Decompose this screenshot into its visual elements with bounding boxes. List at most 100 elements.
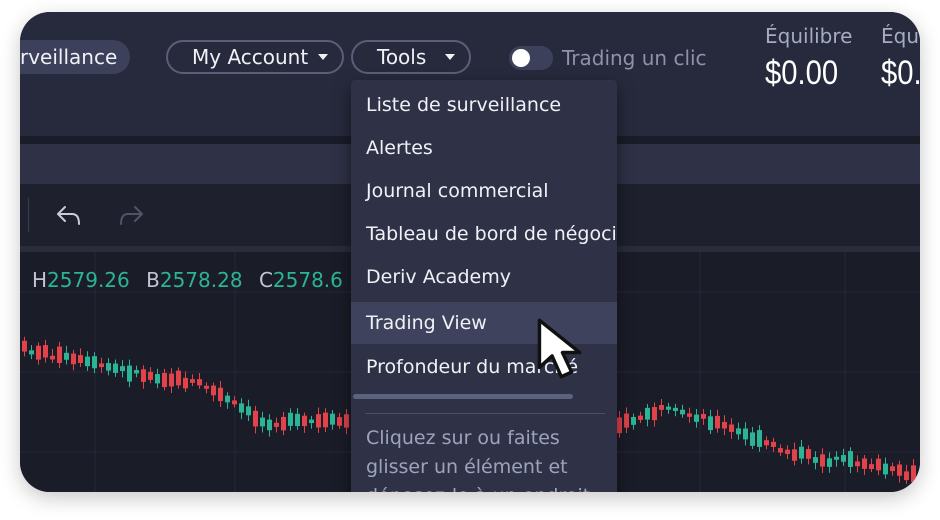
- candle: [29, 350, 34, 355]
- toggle-knob: [512, 49, 530, 67]
- candle: [617, 417, 622, 434]
- menu-item-alerts[interactable]: Alertes: [351, 127, 617, 169]
- candle: [715, 415, 720, 429]
- menu-item-deriv-academy[interactable]: Deriv Academy: [351, 256, 617, 298]
- menu-item-trading-dashboard[interactable]: Tableau de bord de négocia: [351, 213, 617, 255]
- candle: [680, 409, 685, 415]
- watchlist-label: rveillance: [20, 45, 118, 69]
- my-account-label: My Account: [192, 45, 309, 69]
- candle: [778, 448, 783, 453]
- candle: [190, 379, 195, 383]
- candle: [253, 410, 258, 427]
- candle: [750, 432, 755, 446]
- candle: [155, 374, 160, 384]
- ohlc-high-value: 2579.26: [47, 268, 130, 292]
- candle: [820, 454, 825, 467]
- candle: [288, 412, 293, 426]
- candle: [883, 463, 888, 475]
- app-window: rveillance My Account Tools Trading un c…: [20, 12, 920, 492]
- candle: [246, 406, 251, 416]
- candle: [78, 355, 83, 363]
- candle: [43, 345, 48, 358]
- candle: [785, 449, 790, 454]
- candle: [708, 416, 713, 431]
- candle: [197, 379, 202, 386]
- candle: [666, 406, 671, 410]
- chevron-down-icon: [445, 54, 455, 60]
- candle: [127, 365, 132, 382]
- candle: [323, 412, 328, 428]
- candle: [771, 441, 776, 447]
- candle: [673, 407, 678, 412]
- ohlc-close-value: 2578.6: [272, 268, 343, 292]
- candle: [337, 417, 342, 426]
- candle: [225, 395, 230, 403]
- candle: [295, 413, 300, 427]
- one-click-trading-label: Trading un clic: [562, 46, 707, 70]
- ohlc-high-key: H: [32, 268, 48, 292]
- ohlc-readout: H2579.26 B2578.28 C2578.6: [32, 268, 343, 292]
- menu-scrollbar[interactable]: [353, 394, 573, 399]
- candle: [701, 413, 706, 419]
- candle: [211, 385, 216, 396]
- candle: [232, 400, 237, 405]
- candle: [281, 416, 286, 431]
- candle: [855, 461, 860, 467]
- candle: [694, 414, 699, 422]
- tools-menu: Liste de surveillance Alertes Journal co…: [351, 80, 617, 492]
- candle: [806, 449, 811, 459]
- candle: [183, 377, 188, 389]
- mouse-pointer-icon: [537, 318, 582, 379]
- equity-label: Équ: [881, 24, 920, 48]
- menu-item-trade-journal[interactable]: Journal commercial: [351, 170, 617, 212]
- candle: [652, 407, 657, 421]
- candle: [218, 387, 223, 402]
- my-account-dropdown[interactable]: My Account: [166, 40, 344, 74]
- candle: [624, 413, 629, 428]
- candle: [799, 446, 804, 459]
- menu-item-label: Trading View: [366, 312, 487, 334]
- ohlc-low-value: 2578.28: [159, 268, 243, 292]
- one-click-trading-toggle[interactable]: [509, 46, 553, 70]
- chevron-down-icon: [318, 54, 328, 60]
- candle: [141, 369, 146, 382]
- ohlc-close-key: C: [258, 268, 273, 292]
- candle: [99, 363, 104, 368]
- candle: [729, 424, 734, 432]
- candle: [162, 372, 167, 388]
- undo-icon[interactable]: [54, 204, 84, 228]
- candle: [92, 356, 97, 369]
- menu-divider: [365, 413, 605, 414]
- tools-dropdown[interactable]: Tools: [351, 40, 471, 74]
- candle: [834, 456, 839, 460]
- candle: [316, 414, 321, 428]
- candle: [813, 457, 818, 463]
- candle: [267, 419, 272, 431]
- candle: [862, 458, 867, 469]
- candle: [239, 403, 244, 413]
- candle: [722, 421, 727, 429]
- candle: [792, 449, 797, 461]
- candle: [330, 413, 335, 425]
- candle: [344, 414, 349, 428]
- candle: [876, 458, 881, 471]
- candle: [736, 428, 741, 435]
- equity-value: $0.: [881, 54, 920, 92]
- candle: [841, 455, 846, 462]
- candle: [85, 356, 90, 367]
- menu-item-watchlist[interactable]: Liste de surveillance: [351, 84, 617, 126]
- candle: [50, 355, 55, 360]
- candle: [22, 340, 27, 352]
- candle: [869, 464, 874, 470]
- candle: [848, 451, 853, 467]
- watchlist-button[interactable]: rveillance: [20, 40, 130, 74]
- candle: [64, 352, 69, 360]
- candle: [169, 373, 174, 387]
- candle: [827, 458, 832, 467]
- candle: [260, 417, 265, 427]
- candle: [71, 353, 76, 365]
- candle: [764, 440, 769, 446]
- candle: [645, 407, 650, 420]
- redo-icon[interactable]: [116, 204, 146, 228]
- candle: [36, 345, 41, 360]
